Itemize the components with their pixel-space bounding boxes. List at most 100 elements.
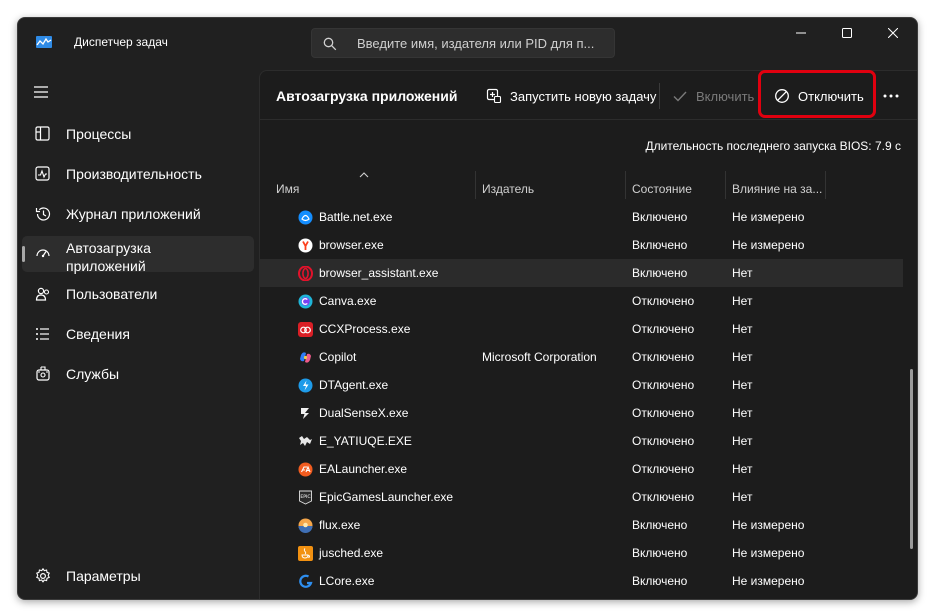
- maximize-button[interactable]: [824, 18, 870, 48]
- adobe-cc-icon: [298, 322, 313, 337]
- table-row[interactable]: Copilot Microsoft Corporation Отключено …: [260, 343, 903, 371]
- sidebar-item-services[interactable]: Службы: [22, 356, 254, 392]
- title-bar: Диспетчер задач Введите имя, издателя ил…: [18, 18, 917, 66]
- table-row[interactable]: EALauncher.exe Отключено Нет: [260, 455, 903, 483]
- column-header-status[interactable]: Состояние: [632, 182, 692, 196]
- epic-games-icon: EPIC: [299, 490, 312, 505]
- performance-icon: [35, 166, 50, 181]
- table-row[interactable]: EPIC EpicGamesLauncher.exe Отключено Нет: [260, 483, 903, 511]
- app-name: EALauncher.exe: [319, 462, 408, 476]
- app-status: Включено: [632, 210, 688, 224]
- sidebar-item-label: Журнал приложений: [66, 206, 201, 222]
- details-icon: [36, 328, 49, 340]
- app-status: Отключено: [632, 350, 695, 364]
- svg-text:EPIC: EPIC: [300, 494, 310, 500]
- minimize-icon: [796, 32, 806, 34]
- table-header: Имя Издатель Состояние Влияние на за...: [260, 171, 917, 199]
- table-row[interactable]: DualSenseX.exe Отключено Нет: [260, 399, 903, 427]
- sidebar-item-startup-apps[interactable]: Автозагрузка приложений: [22, 236, 254, 274]
- startup-apps-icon: [36, 249, 50, 258]
- maximize-icon: [842, 28, 852, 38]
- column-divider[interactable]: [625, 171, 626, 199]
- enable-label: Включить: [696, 88, 755, 104]
- minimize-button[interactable]: [778, 18, 824, 48]
- app-name: Canva.exe: [319, 294, 377, 308]
- column-header-name[interactable]: Имя: [276, 182, 299, 196]
- flux-icon: [298, 518, 313, 533]
- table-row[interactable]: DTAgent.exe Отключено Нет: [260, 371, 903, 399]
- settings-label: Параметры: [66, 568, 141, 584]
- app-status: Отключено: [632, 490, 695, 504]
- services-icon: [36, 366, 50, 381]
- new-task-icon: [486, 88, 502, 104]
- column-divider[interactable]: [475, 171, 476, 199]
- startup-apps-page: Автозагрузка приложений Запустить новую …: [259, 70, 917, 599]
- processes-icon: [35, 126, 50, 141]
- copilot-icon: [300, 352, 311, 363]
- table-row[interactable]: flux.exe Включено Не измерено: [260, 511, 903, 539]
- close-button[interactable]: [870, 18, 916, 48]
- app-status: Включено: [632, 518, 688, 532]
- app-impact: Не измерено: [732, 210, 805, 224]
- sidebar-item-label: Пользователи: [66, 286, 158, 302]
- app-name: browser.exe: [319, 238, 384, 252]
- column-header-startup-impact[interactable]: Влияние на за...: [732, 182, 822, 196]
- close-icon: [888, 28, 898, 38]
- checkmark-icon: [673, 91, 687, 102]
- bios-duration: Длительность последнего запуска BIOS: 7.…: [645, 139, 901, 153]
- app-status: Отключено: [632, 434, 695, 448]
- app-impact: Нет: [732, 434, 753, 448]
- sidebar: Процессы Производительность Журнал прило…: [18, 66, 258, 599]
- table-row[interactable]: browser.exe Включено Не измерено: [260, 231, 903, 259]
- app-impact: Не измерено: [732, 238, 805, 252]
- column-divider[interactable]: [725, 171, 726, 199]
- sidebar-item-users[interactable]: Пользователи: [22, 276, 254, 312]
- active-indicator: [22, 246, 25, 262]
- table-row[interactable]: Canva.exe Отключено Нет: [260, 287, 903, 315]
- table-row[interactable]: jusched.exe Включено Не измерено: [260, 539, 903, 567]
- app-name: Copilot: [319, 350, 357, 364]
- gear-icon: [36, 567, 50, 583]
- enable-button[interactable]: Включить: [672, 85, 754, 107]
- disable-button-highlight: [758, 70, 876, 118]
- run-new-task-label: Запустить новую задачу: [510, 88, 657, 104]
- column-divider[interactable]: [825, 171, 826, 199]
- sidebar-item-performance[interactable]: Производительность: [22, 156, 254, 192]
- hamburger-menu-icon[interactable]: [32, 84, 52, 100]
- sidebar-item-label: Производительность: [66, 166, 202, 182]
- sidebar-item-processes[interactable]: Процессы: [22, 116, 254, 152]
- command-bar: Автозагрузка приложений Запустить новую …: [260, 70, 917, 120]
- app-name: DTAgent.exe: [319, 378, 389, 392]
- task-manager-window: Диспетчер задач Введите имя, издателя ил…: [17, 17, 918, 600]
- app-status: Включено: [632, 266, 688, 280]
- vertical-scrollbar[interactable]: [910, 369, 913, 549]
- canva-icon: [298, 294, 313, 309]
- app-name: browser_assistant.exe: [319, 266, 439, 280]
- run-new-task-button[interactable]: Запустить новую задачу: [486, 85, 656, 107]
- table-row[interactable]: E_YATIUQE.EXE Отключено Нет: [260, 427, 903, 455]
- table-row[interactable]: LCore.exe Включено Не измерено: [260, 567, 903, 595]
- page-title: Автозагрузка приложений: [276, 88, 458, 104]
- sidebar-item-details[interactable]: Сведения: [22, 316, 254, 352]
- sidebar-item-label: Процессы: [66, 126, 132, 142]
- app-impact: Нет: [732, 266, 753, 280]
- app-title: Диспетчер задач: [74, 35, 168, 49]
- sidebar-item-settings[interactable]: Параметры: [22, 558, 254, 594]
- table-row[interactable]: CCXProcess.exe Отключено Нет: [260, 315, 903, 343]
- app-name: DualSenseX.exe: [319, 406, 409, 420]
- app-impact: Нет: [732, 350, 753, 364]
- daemon-tools-icon: [298, 378, 313, 393]
- search-box[interactable]: Введите имя, издателя или PID для п...: [311, 28, 615, 58]
- dualsensex-icon: [301, 408, 309, 419]
- column-header-publisher[interactable]: Издатель: [482, 182, 534, 196]
- app-status: Отключено: [632, 322, 695, 336]
- table-row[interactable]: Battle.net.exe Включено Не измерено: [260, 203, 903, 231]
- app-status: Отключено: [632, 378, 695, 392]
- table-row-selected[interactable]: browser_assistant.exe Включено Нет: [260, 259, 903, 287]
- more-options-button[interactable]: [882, 85, 908, 107]
- java-icon: [298, 546, 313, 561]
- sidebar-item-app-history[interactable]: Журнал приложений: [22, 196, 254, 232]
- app-impact: Не измерено: [732, 546, 805, 560]
- app-impact: Нет: [732, 406, 753, 420]
- app-status: Отключено: [632, 294, 695, 308]
